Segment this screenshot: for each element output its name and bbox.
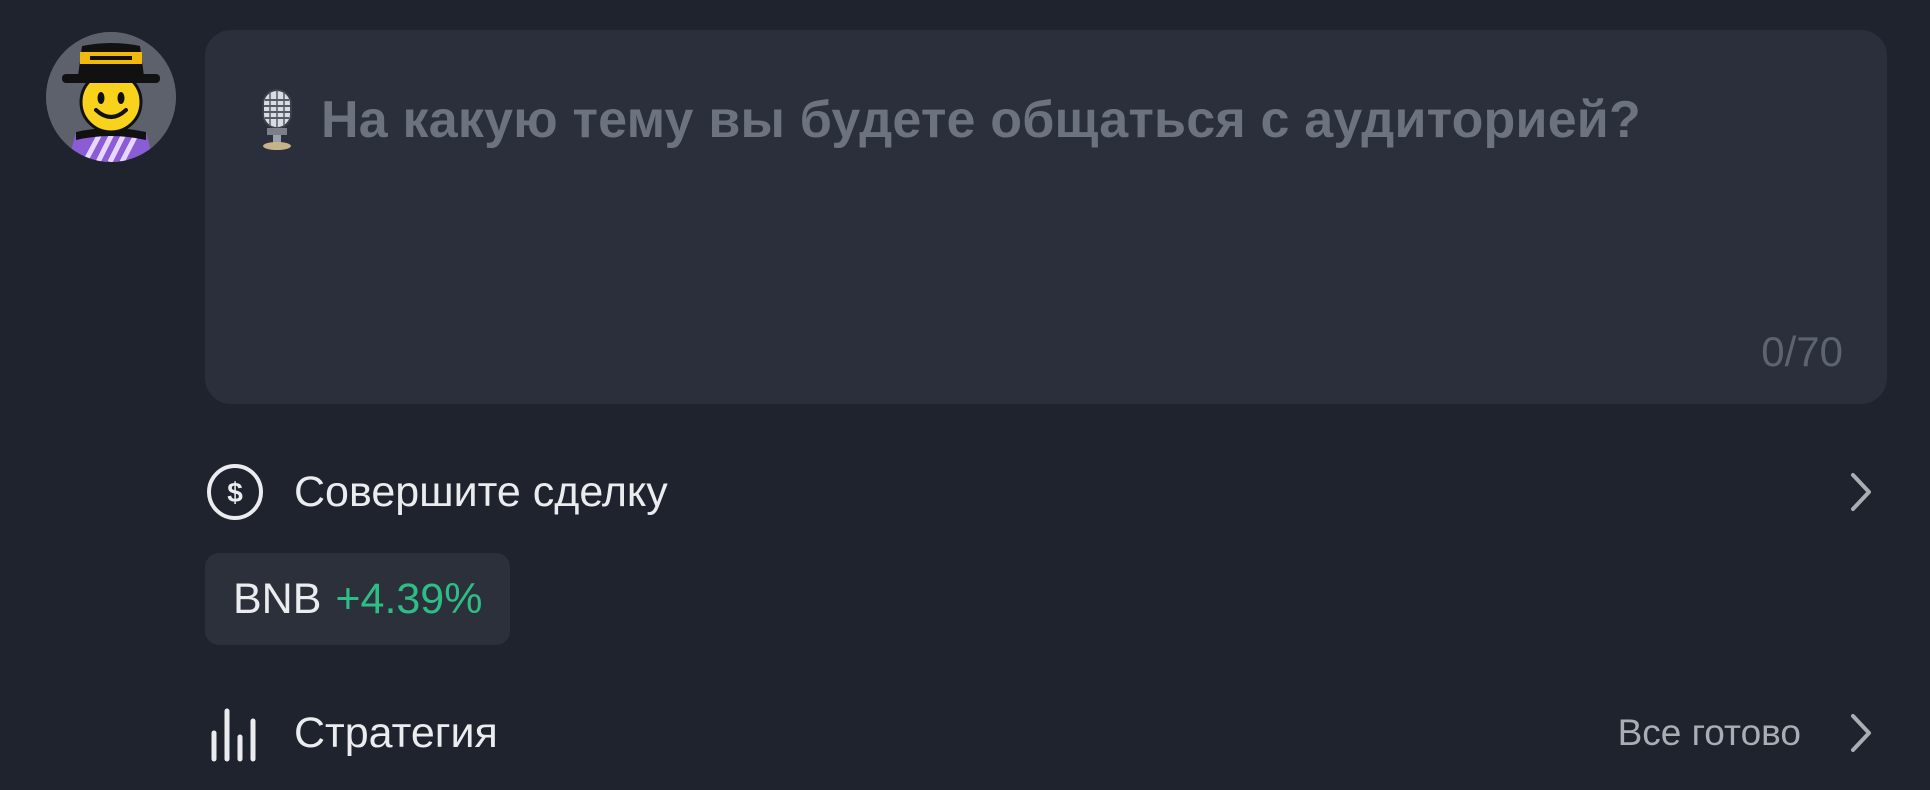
chevron-right-icon [1851,714,1871,752]
token-change: +4.39% [335,574,483,623]
avatar [46,32,176,162]
topic-placeholder-row: На какую тему вы будете общаться с аудит… [253,88,1641,152]
topic-input[interactable]: На какую тему вы будете общаться с аудит… [205,30,1887,404]
trade-option[interactable]: $ Совершите сделку [205,452,1887,532]
microphone-icon [262,89,292,150]
token-symbol: BNB [233,574,322,623]
token-chip[interactable]: BNB +4.39% [205,553,511,645]
svg-text:$: $ [227,477,243,508]
strategy-option-label: Стратегия [294,708,498,757]
strategy-status: Все готово [1617,712,1801,753]
topic-placeholder: На какую тему вы будете общаться с аудит… [321,91,1641,149]
dollar-circle-icon: $ [207,464,263,520]
chevron-right-icon [1851,473,1871,511]
character-counter: 0/70 [1761,328,1843,375]
bar-chart-icon [211,708,256,762]
trade-option-label: Совершите сделку [294,467,668,516]
strategy-option[interactable]: Стратегия Все готово [205,693,1887,773]
